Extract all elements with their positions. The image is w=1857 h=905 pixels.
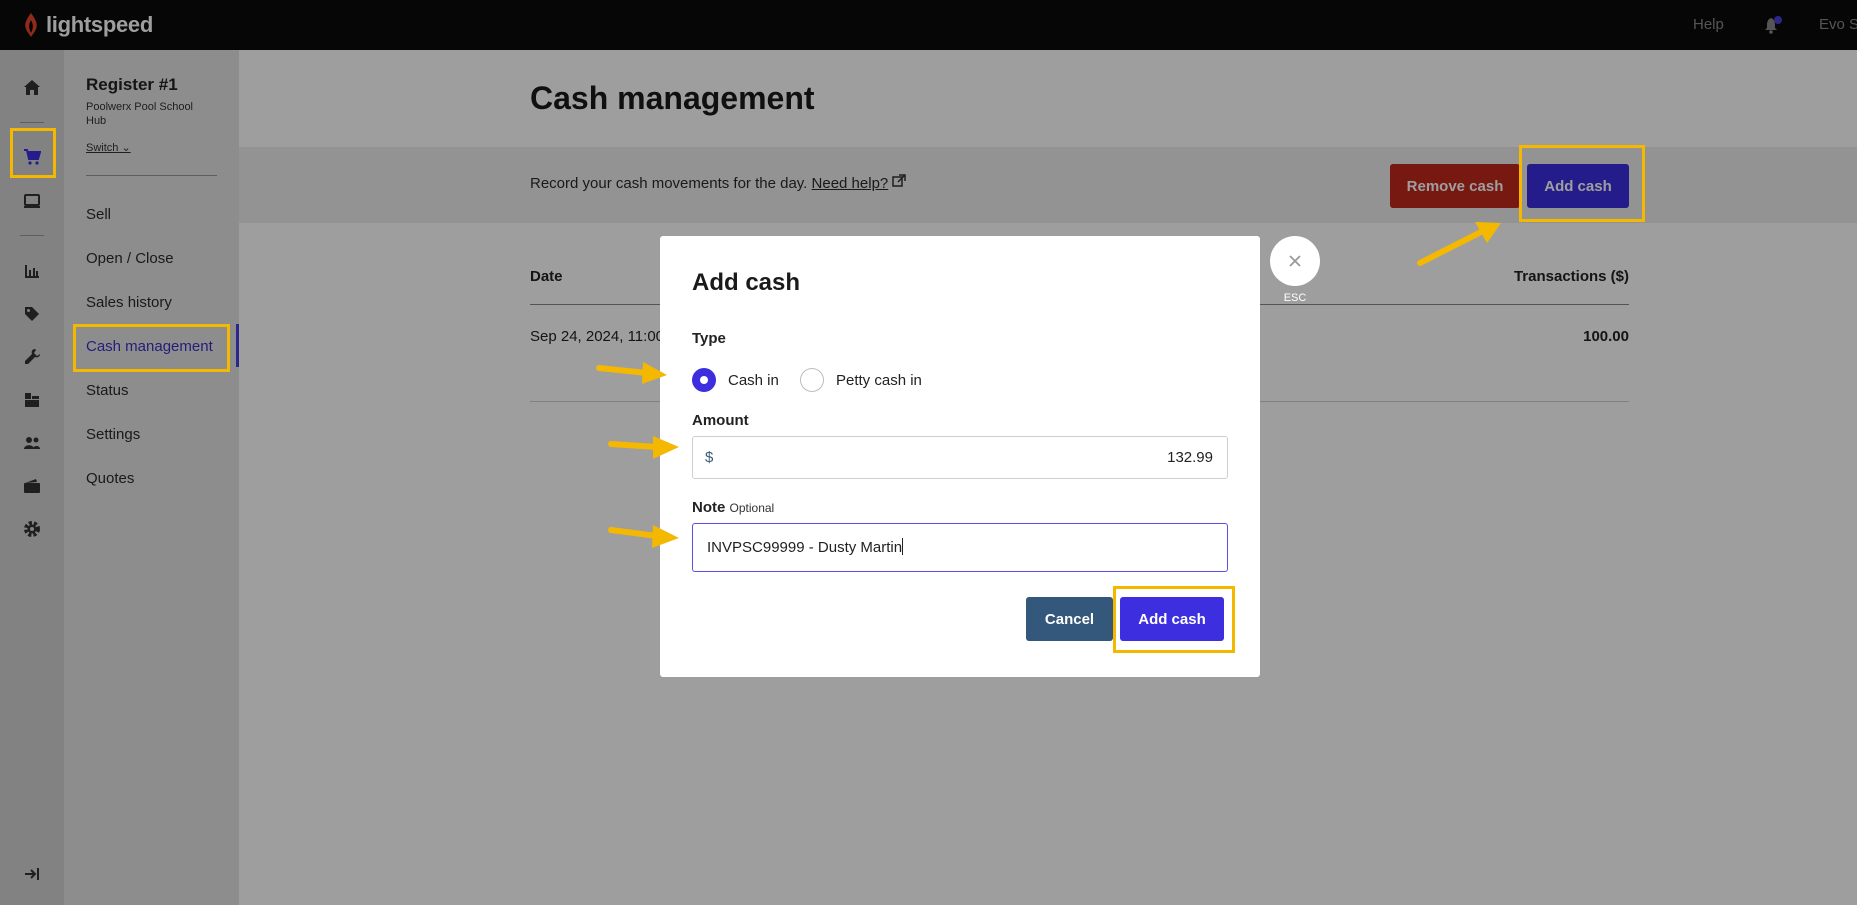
amount-input[interactable]: $ 132.99 — [692, 436, 1228, 479]
note-label: Note — [692, 499, 726, 516]
type-label: Type — [692, 330, 726, 347]
note-input[interactable]: INVPSC99999 - Dusty Martin — [692, 523, 1228, 572]
radio-cash-in-label[interactable]: Cash in — [728, 372, 779, 389]
arrow-annotation-icon — [1417, 222, 1501, 266]
highlight-cart — [10, 128, 56, 178]
esc-hint: ESC — [1283, 292, 1307, 304]
cancel-button[interactable]: Cancel — [1026, 597, 1113, 641]
highlight-cash-management — [73, 324, 230, 372]
close-dialog-button[interactable] — [1270, 236, 1320, 286]
dialog-title: Add cash — [692, 269, 801, 296]
note-label-group: Note Optional — [692, 499, 774, 516]
amount-value: 132.99 — [1167, 449, 1213, 466]
radio-petty-cash-in[interactable] — [800, 368, 824, 392]
radio-cash-in[interactable] — [692, 368, 716, 392]
highlight-add-cash-modal — [1113, 586, 1235, 653]
note-optional-hint: Optional — [729, 501, 775, 515]
arrow-annotation-icon — [608, 436, 679, 459]
note-value: INVPSC99999 - Dusty Martin — [707, 539, 903, 556]
highlight-add-cash-top — [1519, 145, 1645, 222]
radio-petty-cash-in-label[interactable]: Petty cash in — [836, 372, 922, 389]
currency-symbol: $ — [705, 449, 714, 466]
close-icon — [1289, 255, 1301, 267]
amount-label: Amount — [692, 412, 749, 429]
arrow-annotation-icon — [596, 362, 667, 384]
arrow-annotation-icon — [608, 525, 679, 548]
